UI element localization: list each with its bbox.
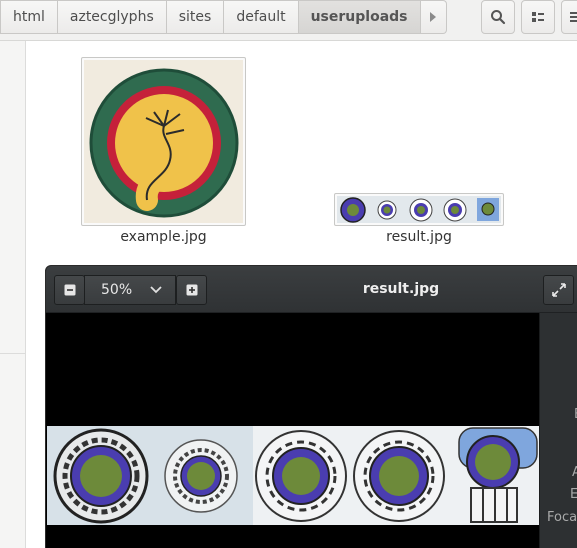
crumb-default[interactable]: default [224, 0, 299, 34]
image-preview-window: 50% result.jpg Foca [45, 265, 577, 548]
file-name-result[interactable]: result.jpg [334, 229, 504, 245]
result-glyph-strip-image [47, 426, 539, 525]
search-button[interactable] [481, 0, 515, 34]
crumb-label: default [236, 9, 286, 25]
menu-button[interactable] [561, 0, 577, 34]
crumb-scroll-right-button[interactable] [420, 0, 447, 34]
property-label: E [570, 487, 577, 502]
file-thumbnail-result[interactable] [334, 193, 504, 226]
fullscreen-button[interactable] [543, 275, 574, 305]
zoom-level-value: 50% [101, 282, 133, 298]
file-manager-window: html aztecglyphs sites default useruploa… [0, 0, 577, 548]
zoom-in-button[interactable] [176, 275, 207, 305]
view-toggle-button[interactable] [521, 0, 555, 34]
crumb-label: sites [178, 9, 212, 25]
properties-sidebar: E A E Foca [539, 313, 577, 548]
fullscreen-icon [551, 283, 566, 297]
crumb-label: aztecglyphs [69, 9, 154, 25]
crumb-useruploads[interactable]: useruploads [298, 0, 421, 34]
chevron-right-icon [430, 12, 436, 22]
menu-icon [570, 12, 577, 22]
list-view-icon [532, 12, 544, 22]
crumb-label: useruploads [310, 9, 408, 25]
file-thumbnail-example[interactable] [81, 57, 246, 226]
zoom-out-button[interactable] [54, 275, 85, 305]
search-icon [491, 10, 506, 25]
file-name-example[interactable]: example.jpg [81, 229, 246, 245]
minus-icon [64, 284, 75, 296]
path-bar: html aztecglyphs sites default useruploa… [0, 0, 577, 41]
preview-title: result.jpg [362, 281, 440, 297]
preview-header: 50% result.jpg [46, 266, 577, 313]
crumb-aztecglyphs[interactable]: aztecglyphs [57, 0, 167, 34]
plus-icon [186, 284, 197, 296]
crumb-html[interactable]: html [0, 0, 58, 34]
crumb-sites[interactable]: sites [166, 0, 225, 34]
zoom-level-select[interactable]: 50% [84, 275, 176, 305]
sidebar [0, 41, 26, 548]
result-glyph-strip-thumb [337, 196, 501, 223]
property-label: Foca [547, 510, 577, 525]
breadcrumb: html aztecglyphs sites default useruploa… [0, 0, 447, 34]
preview-image [47, 426, 539, 525]
chevron-down-icon [150, 286, 162, 294]
property-label: A [572, 465, 577, 480]
sidebar-divider [0, 353, 26, 354]
crumb-label: html [13, 9, 45, 25]
example-glyph-image [84, 60, 243, 223]
